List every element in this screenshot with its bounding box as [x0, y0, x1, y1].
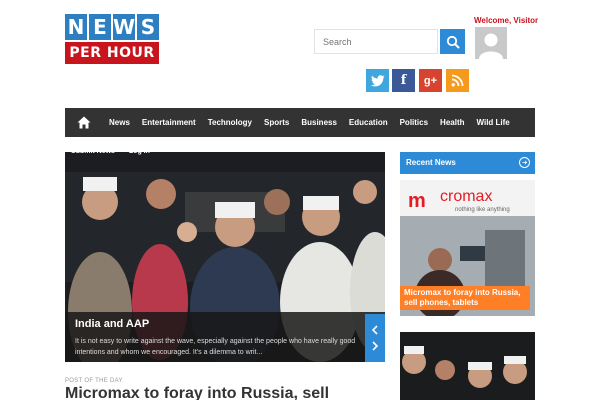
sub-links: Submit News Log In — [71, 148, 162, 155]
search-input[interactable] — [314, 29, 438, 54]
googleplus-icon[interactable]: g+ — [419, 69, 442, 92]
slider-excerpt: It is not easy to write against the wave… — [75, 338, 356, 356]
chevron-right-icon[interactable] — [371, 341, 379, 351]
slogan-text: nothing like anything — [455, 207, 510, 213]
recent-news-card-2[interactable] — [400, 332, 535, 400]
slider-title[interactable]: India and AAP — [75, 318, 375, 330]
recent-news-title[interactable]: Micromax to foray into Russia, sell phon… — [400, 286, 530, 310]
nav-item-education[interactable]: Education — [343, 108, 394, 137]
logo-letter: E — [89, 14, 111, 40]
post-of-day-title[interactable]: Micromax to foray into Russia, sell — [65, 385, 329, 400]
nav-item-business[interactable]: Business — [295, 108, 343, 137]
recent-news-header: Recent News — [400, 152, 535, 174]
svg-text:m: m — [408, 190, 426, 212]
twitter-icon[interactable] — [366, 69, 389, 92]
brand-text: cromax — [440, 188, 492, 205]
logo-letter: N — [65, 14, 87, 40]
nav-item-sports[interactable]: Sports — [258, 108, 295, 137]
logo-letter: S — [137, 14, 159, 40]
slider-arrows — [365, 314, 385, 362]
user-silhouette-icon — [475, 27, 507, 59]
site-logo[interactable]: N E W S PER HOUR — [65, 14, 159, 66]
slider-caption: India and AAP It is not easy to write ag… — [65, 312, 385, 362]
recent-news-image-2 — [400, 332, 535, 400]
nav-item-technology[interactable]: Technology — [202, 108, 258, 137]
avatar[interactable] — [475, 27, 507, 59]
home-icon — [77, 116, 91, 129]
rss-icon[interactable] — [446, 69, 469, 92]
recent-news-label: Recent News — [406, 158, 456, 167]
nav-item-news[interactable]: News — [103, 108, 136, 137]
nav-item-health[interactable]: Health — [434, 108, 470, 137]
post-of-day-label: POST OF THE DAY — [65, 378, 123, 384]
nav-item-entertainment[interactable]: Entertainment — [136, 108, 202, 137]
welcome-text: Welcome, Visitor — [474, 16, 539, 25]
nav-item-wild-life[interactable]: Wild Life — [471, 108, 516, 137]
login-link[interactable]: Log In — [129, 148, 150, 155]
submit-news-link[interactable]: Submit News — [71, 148, 115, 155]
arrow-right-icon[interactable] — [519, 157, 530, 168]
logo-letter: W — [113, 14, 136, 40]
facebook-icon[interactable]: f — [392, 69, 415, 92]
home-button[interactable] — [65, 108, 103, 137]
nav-item-politics[interactable]: Politics — [394, 108, 434, 137]
logo-tagline: PER HOUR — [65, 42, 159, 64]
search-button[interactable] — [440, 29, 465, 54]
search-icon — [446, 35, 459, 48]
chevron-left-icon[interactable] — [371, 325, 379, 335]
main-navigation: News Entertainment Technology Sports Bus… — [65, 108, 535, 137]
